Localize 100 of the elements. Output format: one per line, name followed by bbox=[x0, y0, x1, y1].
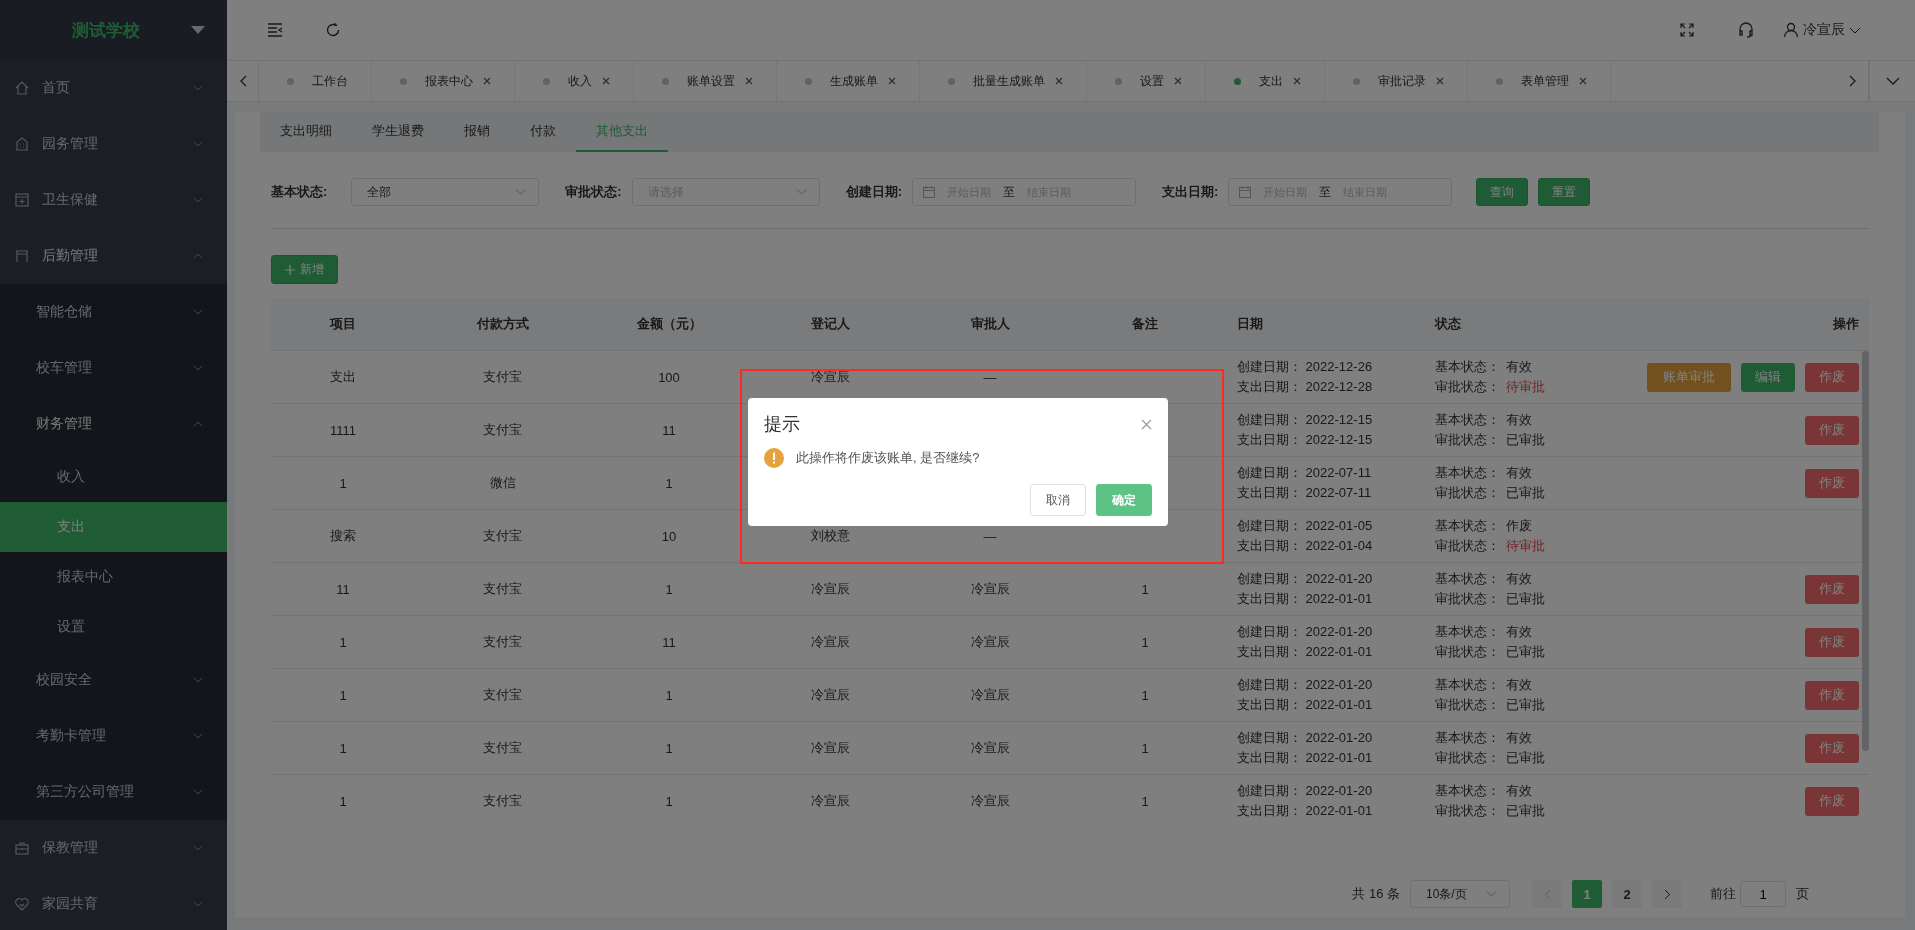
select-field[interactable]: 全部 bbox=[351, 178, 540, 206]
dialog-button[interactable]: 确定 bbox=[1096, 484, 1152, 516]
page-size-select[interactable]: 10条/页 bbox=[1410, 880, 1510, 908]
status-value: 已审批 bbox=[1506, 749, 1545, 767]
close-icon[interactable] bbox=[1141, 418, 1152, 430]
table-cell: 11 bbox=[662, 422, 676, 438]
chevron-left-icon bbox=[238, 75, 247, 87]
caret-down-icon[interactable] bbox=[191, 26, 205, 34]
status-line: 基本状态： 有效 bbox=[1435, 623, 1533, 641]
table-cell: 微信 bbox=[489, 475, 516, 490]
submenu-item[interactable]: 收入 bbox=[0, 452, 227, 502]
row-action-button[interactable]: 作废 bbox=[1805, 627, 1859, 657]
page-input[interactable]: 1 bbox=[1740, 881, 1786, 907]
dialog-button[interactable]: 取消 bbox=[1030, 484, 1086, 516]
row-action-button[interactable]: 账单审批 bbox=[1647, 362, 1731, 392]
menu-item[interactable]: 家园共育 bbox=[0, 876, 227, 930]
menu-item[interactable]: 后勤管理 bbox=[0, 228, 227, 284]
status-line: 审批状态： 待审批 bbox=[1435, 378, 1546, 396]
status-line: 审批状态： 已审批 bbox=[1435, 484, 1546, 502]
table-cell: 冷宣辰 bbox=[970, 634, 1010, 649]
submenu-item[interactable]: 报表中心 bbox=[0, 552, 227, 602]
row-action-button[interactable]: 作废 bbox=[1805, 733, 1859, 763]
date-line: 创建日期： 2022-01-20 bbox=[1237, 570, 1374, 588]
filter-label: 创建日期: bbox=[845, 183, 903, 201]
page-tab[interactable]: 生成账单 bbox=[777, 61, 920, 101]
close-icon[interactable] bbox=[1579, 77, 1587, 85]
page-tab[interactable]: 支出 bbox=[1206, 61, 1325, 101]
row-action-button[interactable]: 作废 bbox=[1805, 786, 1859, 816]
subtab[interactable]: 支出明细 bbox=[260, 112, 352, 152]
page-tab[interactable]: 账单设置 bbox=[634, 61, 777, 101]
menu-item[interactable]: 卫生保健 bbox=[0, 172, 227, 228]
status-value: 有效 bbox=[1506, 411, 1532, 429]
menu-item[interactable]: 园务管理 bbox=[0, 116, 227, 172]
table-cell: 1 bbox=[339, 475, 347, 491]
page-tab[interactable]: 工作台 bbox=[259, 61, 372, 101]
row-action-button[interactable]: 编辑 bbox=[1741, 362, 1795, 392]
close-icon[interactable] bbox=[1174, 77, 1182, 85]
row-action-button[interactable]: 作废 bbox=[1805, 574, 1859, 604]
menu-item[interactable]: 首页 bbox=[0, 60, 227, 116]
subtab[interactable]: 报销 bbox=[444, 112, 510, 152]
filter-button[interactable]: 重置 bbox=[1538, 178, 1591, 206]
status-line: 基本状态： 有效 bbox=[1435, 411, 1533, 429]
close-icon[interactable] bbox=[745, 77, 753, 85]
user-menu[interactable]: 冷宣辰 bbox=[1783, 21, 1861, 39]
table-cell: 冷宣辰 bbox=[810, 634, 850, 649]
column-header: 备注 bbox=[1131, 315, 1159, 333]
row-action-button[interactable]: 作废 bbox=[1805, 680, 1859, 710]
close-icon[interactable] bbox=[888, 77, 896, 85]
subtab[interactable]: 学生退费 bbox=[352, 112, 444, 152]
menu-item[interactable]: 保教管理 bbox=[0, 820, 227, 876]
page-tab[interactable]: 表单管理 bbox=[1468, 61, 1611, 101]
status-value: 已审批 bbox=[1506, 802, 1545, 820]
submenu-item[interactable]: 财务管理 bbox=[0, 396, 227, 452]
headset-icon[interactable] bbox=[1737, 21, 1755, 39]
close-icon[interactable] bbox=[483, 77, 491, 85]
menu-fold-icon[interactable] bbox=[267, 23, 283, 37]
status-value: 有效 bbox=[1506, 782, 1532, 800]
close-icon[interactable] bbox=[1436, 77, 1444, 85]
page-tab[interactable]: 审批记录 bbox=[1325, 61, 1468, 101]
status-line: 审批状态： 待审批 bbox=[1435, 537, 1546, 555]
submenu-item[interactable]: 第三方公司管理 bbox=[0, 764, 227, 820]
chevron-right-icon bbox=[1663, 888, 1671, 900]
subtab[interactable]: 其他支出 bbox=[576, 112, 668, 152]
page-tab[interactable]: 收入 bbox=[515, 61, 634, 101]
submenu-item[interactable]: 设置 bbox=[0, 602, 227, 652]
scrollbar[interactable] bbox=[1862, 351, 1869, 751]
submenu-item[interactable]: 支出 bbox=[0, 502, 227, 552]
column-header: 审批人 bbox=[969, 315, 1011, 333]
page-tab[interactable]: 设置 bbox=[1087, 61, 1206, 101]
subtab[interactable]: 付款 bbox=[510, 112, 576, 152]
row-action-button[interactable]: 作废 bbox=[1805, 468, 1859, 498]
page-tab[interactable]: 批量生成账单 bbox=[920, 61, 1087, 101]
page-tab[interactable]: 报表中心 bbox=[372, 61, 515, 101]
date-line: 创建日期： 2022-07-11 bbox=[1237, 464, 1373, 482]
column-header: 付款方式 bbox=[475, 315, 530, 333]
submenu-item[interactable]: 校车管理 bbox=[0, 340, 227, 396]
column-header: 操作 bbox=[1832, 315, 1860, 333]
date-line: 创建日期： 2022-01-20 bbox=[1237, 729, 1374, 747]
chevron-down-icon bbox=[795, 189, 807, 195]
submenu-item[interactable]: 考勤卡管理 bbox=[0, 708, 227, 764]
close-icon[interactable] bbox=[1293, 77, 1301, 85]
filter-button[interactable]: 查询 bbox=[1476, 178, 1529, 206]
page-button[interactable]: 2 bbox=[1612, 880, 1642, 908]
table-cell: 1 bbox=[339, 687, 347, 703]
table-cell: 1 bbox=[1141, 634, 1149, 650]
add-button[interactable]: 新增 bbox=[271, 255, 338, 284]
table-cell: 冷宣辰 bbox=[810, 581, 850, 596]
close-icon[interactable] bbox=[1055, 77, 1063, 85]
fullscreen-icon[interactable] bbox=[1679, 22, 1695, 38]
status-value: 已审批 bbox=[1506, 431, 1545, 449]
heart-icon bbox=[14, 896, 30, 912]
status-line: 基本状态： 有效 bbox=[1435, 729, 1533, 747]
row-action-button[interactable]: 作废 bbox=[1805, 415, 1859, 445]
submenu-item[interactable]: 智能仓储 bbox=[0, 284, 227, 340]
status-value: 已审批 bbox=[1506, 696, 1545, 714]
refresh-icon[interactable] bbox=[325, 22, 341, 38]
close-icon[interactable] bbox=[602, 77, 610, 85]
page-button[interactable]: 1 bbox=[1572, 880, 1602, 908]
row-action-button[interactable]: 作废 bbox=[1805, 362, 1859, 392]
submenu-item[interactable]: 校园安全 bbox=[0, 652, 227, 708]
